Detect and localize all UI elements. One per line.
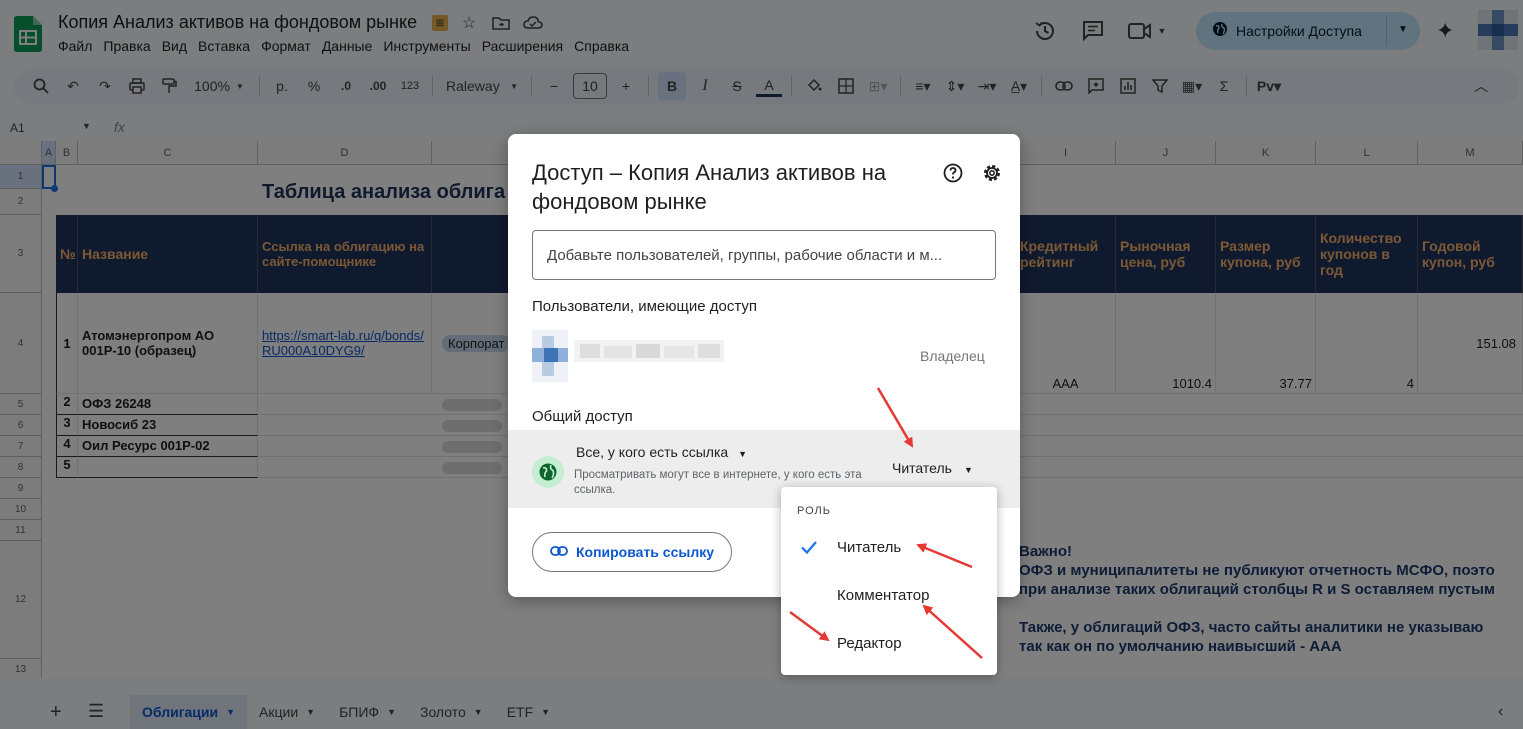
link-role-dropdown[interactable]: Читатель ▼ <box>892 460 973 476</box>
globe-icon <box>532 456 564 488</box>
link-role-value: Читатель <box>892 460 952 476</box>
copy-link-button[interactable]: Копировать ссылку <box>532 532 732 572</box>
owner-name-blurred <box>574 340 724 362</box>
link-scope-dropdown[interactable]: Все, у кого есть ссылка ▼ <box>576 444 747 460</box>
link-icon <box>550 544 568 560</box>
people-with-access-label: Пользователи, имеющие доступ <box>532 298 758 315</box>
chevron-down-icon: ▼ <box>738 449 748 459</box>
link-scope-value: Все, у кого есть ссылка <box>576 444 729 460</box>
check-icon <box>801 541 817 555</box>
gear-icon[interactable] <box>981 162 1003 184</box>
avatar <box>532 330 568 382</box>
add-people-input[interactable]: Добавьте пользователей, группы, рабочие … <box>532 230 996 280</box>
help-icon[interactable] <box>942 162 964 184</box>
role-option-editor[interactable]: Редактор <box>781 623 997 663</box>
dialog-title: Доступ – Копия Анализ активов на фондово… <box>532 160 887 214</box>
role-menu-heading: РОЛЬ <box>797 505 831 517</box>
general-access-label: Общий доступ <box>532 408 633 425</box>
role-option-label: Редактор <box>837 634 902 652</box>
chevron-down-icon: ▼ <box>963 465 973 475</box>
copy-link-label: Копировать ссылку <box>575 544 715 560</box>
role-option-viewer[interactable]: Читатель <box>781 527 997 567</box>
role-option-label: Читатель <box>837 538 902 556</box>
role-option-label: Комментатор <box>837 586 930 604</box>
owner-role-label: Владелец <box>920 348 985 364</box>
role-option-commenter[interactable]: Комментатор <box>781 575 997 615</box>
role-menu: РОЛЬ Читатель Комментатор Редактор <box>781 487 997 675</box>
